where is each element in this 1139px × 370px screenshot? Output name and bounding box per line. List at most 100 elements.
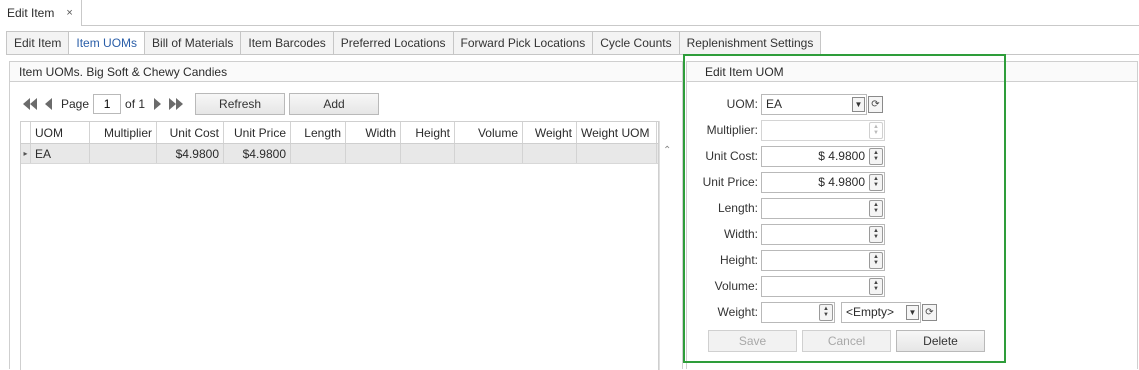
cell-unit-price[interactable]: $4.9800 (224, 144, 291, 163)
refresh-icon[interactable]: ⟳ (922, 303, 937, 321)
cell-unit-cost[interactable]: $4.9800 (157, 144, 224, 163)
width-row: Width: ▲ ▼ (687, 223, 885, 245)
volume-label: Volume: (714, 279, 758, 293)
column-header-width[interactable]: Width (346, 122, 401, 143)
spinner-icon[interactable]: ▲ ▼ (869, 251, 883, 269)
volume-row: Volume: ▲ ▼ (687, 275, 885, 297)
width-field[interactable]: ▲ ▼ (761, 223, 885, 245)
unit-price-field[interactable]: $ 4.9800 ▲ ▼ (761, 171, 885, 193)
tab-bill-of-materials[interactable]: Bill of Materials (144, 31, 241, 55)
chevron-down-icon[interactable]: ▼ (852, 96, 865, 112)
delete-button[interactable]: Delete (896, 330, 985, 352)
panel-title: Item UOMs. Big Soft & Chewy Candies (19, 64, 228, 79)
height-row: Height: ▲ ▼ (687, 249, 885, 271)
unit-price-row: Unit Price: $ 4.9800 ▲ ▼ (687, 171, 885, 193)
spinner-icon[interactable]: ▲ ▼ (869, 199, 883, 217)
last-page-icon[interactable] (167, 94, 185, 114)
column-header-weight-uom[interactable]: Weight UOM (577, 122, 657, 143)
spinner-icon: ▲ ▼ (869, 121, 883, 139)
length-field[interactable]: ▲ ▼ (761, 197, 885, 219)
volume-field[interactable]: ▲ ▼ (761, 275, 885, 297)
row-pointer-icon: ▸ (21, 144, 31, 163)
spinner-icon[interactable]: ▲ ▼ (819, 303, 833, 321)
cell-height[interactable] (401, 144, 455, 163)
uom-row: UOM: EA ▼ ⟳ (687, 93, 883, 115)
uom-value: EA (766, 97, 783, 111)
tab-forward-pick-locations[interactable]: Forward Pick Locations (452, 31, 593, 55)
page-label: Page (61, 97, 90, 111)
scroll-up-icon[interactable]: ⌃ (663, 145, 671, 156)
cell-weight-uom[interactable] (577, 144, 657, 163)
spinner-icon[interactable]: ▲ ▼ (869, 147, 883, 165)
weight-row: Weight: ▲ ▼ <Empty> ▼ ⟳ (687, 301, 937, 323)
tab-item-uoms[interactable]: Item UOMs (68, 31, 145, 55)
column-header-height[interactable]: Height (401, 122, 455, 143)
width-label: Width: (723, 227, 758, 241)
chevron-down-icon[interactable]: ▼ (906, 304, 919, 320)
unit-cost-row: Unit Cost: $ 4.9800 ▲ ▼ (687, 145, 885, 167)
item-uoms-panel: Item UOMs. Big Soft & Chewy Candies Page… (9, 61, 683, 370)
tab-replenishment-settings[interactable]: Replenishment Settings (678, 31, 822, 55)
column-header-length[interactable]: Length (291, 122, 346, 143)
column-header-unit-cost[interactable]: Unit Cost (157, 122, 224, 143)
edit-item-uom-panel: Edit Item UOM UOM: EA ▼ ⟳ Multiplier: ▲ ▼… (686, 61, 1138, 369)
refresh-button[interactable]: Refresh (195, 93, 286, 115)
page-count-label: of 1 (125, 97, 146, 111)
add-button[interactable]: Add (289, 93, 380, 115)
spinner-icon[interactable]: ▲ ▼ (869, 277, 883, 295)
cell-weight[interactable] (523, 144, 577, 163)
column-header-uom[interactable]: UOM (31, 122, 90, 143)
refresh-icon[interactable]: ⟳ (868, 95, 883, 113)
tab-item-barcodes[interactable]: Item Barcodes (240, 31, 333, 55)
multiplier-row: Multiplier: ▲ ▼ (687, 119, 885, 141)
cell-uom[interactable]: EA (31, 144, 90, 163)
weight-field[interactable]: ▲ ▼ (761, 301, 835, 323)
weight-uom-value: <Empty> (846, 305, 895, 319)
tab-edit-item[interactable]: Edit Item (6, 31, 69, 55)
prev-page-icon[interactable] (39, 94, 57, 114)
column-header-unit-price[interactable]: Unit Price (224, 122, 291, 143)
unit-cost-label: Unit Cost: (705, 149, 758, 163)
next-page-icon[interactable] (149, 94, 167, 114)
edit-item-uom-header: Edit Item UOM (687, 62, 1137, 82)
length-row: Length: ▲ ▼ (687, 197, 885, 219)
item-tabs: Edit Item Item UOMs Bill of Materials It… (6, 31, 822, 55)
uom-label: UOM: (726, 97, 758, 111)
column-header-volume[interactable]: Volume (455, 122, 523, 143)
unit-cost-field[interactable]: $ 4.9800 ▲ ▼ (761, 145, 885, 167)
column-header-weight[interactable]: Weight (523, 122, 577, 143)
panel-title: Edit Item UOM (705, 64, 784, 79)
spinner-icon[interactable]: ▲ ▼ (869, 225, 883, 243)
uom-select[interactable]: EA ▼ (761, 93, 867, 115)
tab-preferred-locations[interactable]: Preferred Locations (332, 31, 453, 55)
save-button[interactable]: Save (708, 330, 797, 352)
uom-grid: UOM Multiplier Unit Cost Unit Price Leng… (20, 121, 659, 370)
multiplier-field[interactable]: ▲ ▼ (761, 119, 885, 141)
grid-scrollbar[interactable]: ⌃ (659, 121, 675, 370)
spinner-icon[interactable]: ▲ ▼ (869, 173, 883, 191)
cell-volume[interactable] (455, 144, 523, 163)
weight-uom-select[interactable]: <Empty> ▼ (841, 301, 921, 323)
table-row[interactable]: ▸ EA $4.9800 $4.9800 (21, 144, 658, 164)
length-label: Length: (717, 201, 758, 215)
unit-price-label: Unit Price: (702, 175, 758, 189)
first-page-icon[interactable] (21, 94, 39, 114)
cancel-button[interactable]: Cancel (802, 330, 891, 352)
cell-multiplier[interactable] (90, 144, 157, 163)
column-header-multiplier[interactable]: Multiplier (90, 122, 157, 143)
row-indicator-header (21, 122, 31, 143)
weight-label: Weight: (717, 305, 758, 319)
height-label: Height: (719, 253, 758, 267)
document-tab-label: Edit Item (7, 6, 55, 20)
height-field[interactable]: ▲ ▼ (761, 249, 885, 271)
tab-cycle-counts[interactable]: Cycle Counts (592, 31, 679, 55)
cell-length[interactable] (291, 144, 346, 163)
document-tabstrip: Edit Item × (0, 0, 1139, 26)
document-tab-edit-item[interactable]: Edit Item × (0, 0, 82, 26)
close-icon[interactable]: × (66, 7, 72, 19)
item-uoms-header: Item UOMs. Big Soft & Chewy Candies (10, 62, 682, 82)
multiplier-label: Multiplier: (706, 123, 758, 137)
page-number-input[interactable] (93, 94, 122, 114)
unit-price-value: $ 4.9800 (818, 175, 865, 189)
cell-width[interactable] (346, 144, 401, 163)
